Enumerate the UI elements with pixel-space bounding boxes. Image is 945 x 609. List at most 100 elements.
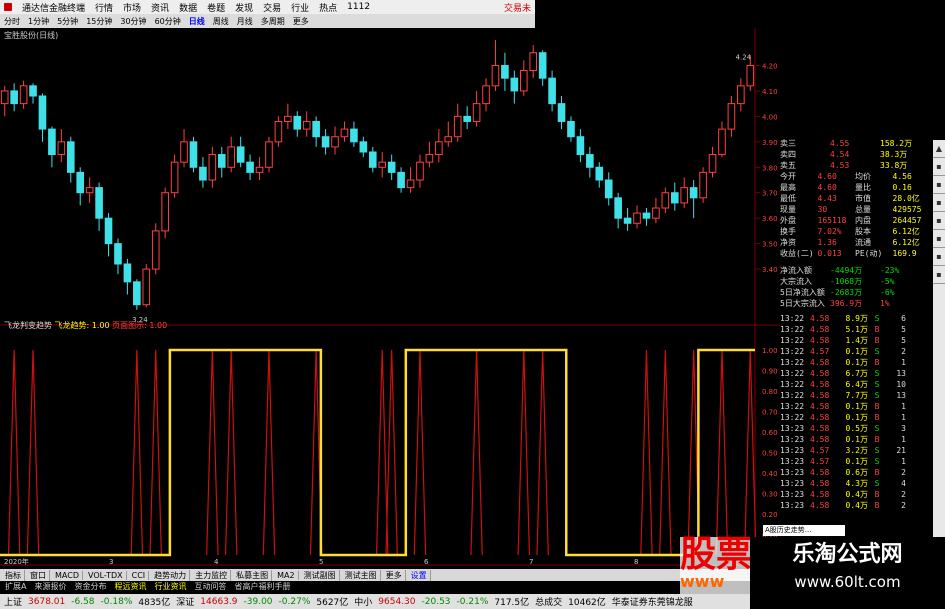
flow-cell: 1% [880,299,890,308]
zx-change: -20.53 [421,596,451,607]
indicator-tab[interactable]: 主力监控 [192,569,232,581]
indicator-tab[interactable]: VOL-TDX [85,570,127,580]
tick-cell: 1 [901,358,906,367]
indicator-tab-2[interactable]: 程远资讯 [111,581,149,592]
indicator-tab-2[interactable]: 扩展A [2,581,29,592]
indicator-axis-label: 0.50 [762,450,778,458]
tick-cell: 2 [901,347,906,356]
high-price-mark: 4.24 [736,53,752,61]
candle-body [76,171,85,194]
candle-body [501,64,509,79]
tick-cell: 5 [901,336,906,345]
indicator-tab-2[interactable]: 资金分布 [71,581,109,592]
flow-row: 5日大宗流入 396.9万 1% [780,298,930,309]
candle-body [567,120,575,138]
tick-cell: 5.1万 [845,325,868,334]
indicator-tab-2[interactable]: 互动问答 [191,581,229,592]
price-axis-label: 4.00 [762,113,778,121]
candle-body [95,187,103,219]
tick-cell: 0.1万 [845,358,868,367]
toolbar-icon-5[interactable]: ▪ [933,230,945,248]
candle-body [482,85,490,105]
indicator-tab[interactable]: 设置 [408,569,431,581]
toolbar-icon-1[interactable]: ▪ [933,158,945,176]
indicator-axis-label: 1.00 [762,347,778,355]
tick-cell: 2 [901,468,906,477]
candle-body [661,192,670,209]
toolbar-icon-7[interactable]: ▪ [933,266,945,284]
tick-cell: 0.1万 [845,413,868,422]
quote-row: 收益(二) 0.013 PE(动) 169.9 [780,248,930,259]
indicator-tab-2[interactable]: 来源报价 [31,581,69,592]
quote-cell: 429575 [892,205,922,214]
candle-body [623,217,632,224]
indicator-tab[interactable]: CCI [129,570,150,580]
toolbar-icon-6[interactable]: ▪ [933,248,945,266]
tick-row: 13:22 4.58 8.9万 S 6 [780,313,930,324]
tick-cell: 6.7万 [845,369,868,378]
scroll-up-icon[interactable]: ▲ [933,140,945,158]
tick-cell: 4.58 [810,369,830,378]
flow-cell: -4494万 [830,266,863,275]
indicator-tab[interactable]: 趋势动力 [151,569,191,581]
right-scrollbar[interactable]: ▲ ▪ ▪ ▪ ▪ ▪ ▪ ▪ [933,140,945,570]
quote-cell: 6.12亿 [892,227,920,236]
flow-cell: 5日大宗流入 [780,299,825,308]
indicator-tab-2[interactable]: 行业资讯 [151,581,189,592]
tick-cell: B [874,413,880,422]
signal-spike [149,349,162,556]
tick-cell: B [874,325,880,334]
indicator-tab-2[interactable]: 省高户福利手册 [231,581,293,592]
tick-cell: 13:23 [780,435,805,444]
candle-body [340,128,349,138]
candle-body [614,197,622,219]
watermark-site: 乐淘公式网 www.60lt.com [750,537,945,609]
tick-cell: 0.4万 [845,490,868,499]
candle-body [718,128,726,156]
quote-cell: 股本 [855,227,871,236]
tick-cell: 13:22 [780,413,805,422]
quote-cell: 4.55 [830,139,850,148]
indicator-tab[interactable]: 测试主图 [342,569,381,581]
sz-change: -39.00 [243,596,273,607]
indicator-tab[interactable]: 指标 [2,569,25,581]
indicator-tab[interactable]: 私募主图 [233,569,273,581]
quote-cell: 今开 [780,172,796,181]
tick-cell: B [874,402,880,411]
indicator-tab[interactable]: 测试副图 [301,569,340,581]
quote-cell: 0.013 [817,249,842,258]
candle-body [312,120,320,138]
indicator-axis-label: 0.20 [762,511,778,519]
tick-cell: B [874,336,880,345]
tick-cell: B [874,501,880,510]
tick-cell: 1 [901,435,906,444]
tick-cell: 13:22 [780,336,805,345]
tick-cell: 1 [901,457,906,466]
candle-body [397,171,405,189]
sh-amount: 4835亿 [138,598,171,608]
price-axis-label: 4.10 [762,88,778,96]
tooltip: A股历史走势... [763,525,845,536]
candle-body [519,70,528,92]
indicator-tab[interactable]: 窗口 [27,569,50,581]
candle-body [208,154,217,181]
indicator-tab[interactable]: MACD [52,570,83,580]
quote-row: 最高 4.60 量比 0.16 [780,182,930,193]
tick-row: 13:22 4.58 6.7万 S 13 [780,368,930,379]
toolbar-icon-2[interactable]: ▪ [933,176,945,194]
indicator-tab[interactable]: MA2 [274,570,299,580]
kline-chart[interactable]: 4.204.104.003.903.803.703.603.503.403.24… [0,0,780,569]
toolbar-icon-4[interactable]: ▪ [933,212,945,230]
indicator-tab[interactable]: 更多 [383,569,406,581]
candle-body [133,281,141,306]
signal-spike [26,349,40,556]
tick-row: 13:23 4.58 0.6万 B 2 [780,467,930,478]
flow-row: 5日净流入额 -2683万 -6% [780,287,930,298]
toolbar-icon-3[interactable]: ▪ [933,194,945,212]
quote-cell: 28.0亿 [892,194,920,203]
tick-cell: 4.58 [810,435,830,444]
tick-cell: 4.57 [810,457,830,466]
candle-body [217,154,226,168]
quote-cell: 市值 [855,194,871,203]
zx-label: 中小 [354,598,373,608]
